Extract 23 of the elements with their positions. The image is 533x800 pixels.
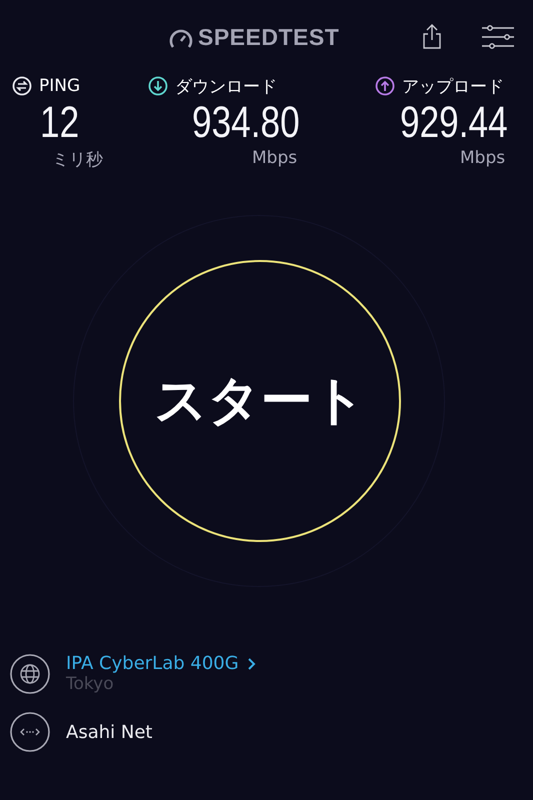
settings-icon[interactable] bbox=[481, 24, 515, 50]
ping-icon bbox=[12, 76, 32, 96]
share-icon[interactable] bbox=[421, 23, 443, 49]
metric-unit: Mbps bbox=[252, 148, 298, 168]
metric-label: アップロード bbox=[402, 76, 504, 98]
connection-icon bbox=[10, 712, 50, 752]
start-button[interactable]: スタート bbox=[119, 260, 401, 542]
metric-value: 934.80 bbox=[192, 98, 300, 147]
download-icon bbox=[148, 76, 168, 96]
server-location: Tokyo bbox=[66, 674, 115, 694]
chevron-icon[interactable] bbox=[246, 656, 256, 670]
globe-icon bbox=[10, 654, 50, 694]
metric-label: PING bbox=[39, 76, 80, 96]
provider-name: Asahi Net bbox=[66, 722, 152, 742]
server-name-link[interactable]: IPA CyberLab 400G bbox=[66, 653, 239, 674]
metric-label: ダウンロード bbox=[175, 76, 277, 98]
metric-unit: Mbps bbox=[460, 148, 506, 168]
upload-icon bbox=[375, 76, 395, 96]
app-logo: SPEEDTEST bbox=[198, 24, 340, 51]
metric-unit: ミリ秒 bbox=[52, 150, 103, 170]
metric-value: 929.44 bbox=[400, 98, 508, 147]
gauge-icon bbox=[168, 26, 194, 48]
metric-value: 12 bbox=[40, 98, 80, 147]
